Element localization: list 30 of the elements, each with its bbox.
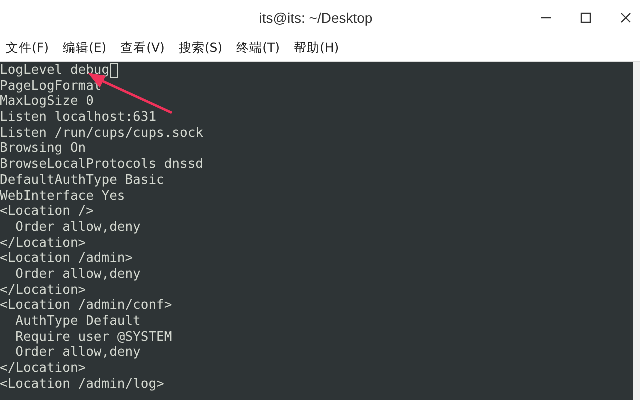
- terminal-line: <Location /admin>: [0, 251, 134, 267]
- window-title: its@its: ~/Desktop: [259, 8, 373, 28]
- menu-item[interactable]: 终端(T): [236, 39, 280, 58]
- terminal-line: DefaultAuthType Basic: [0, 172, 164, 189]
- terminal-line: <Location /admin/conf>: [0, 298, 172, 314]
- terminal-line: AuthType Default: [14, 314, 141, 330]
- terminal-line: </Location>: [0, 282, 86, 298]
- terminal-line: </Location>: [0, 236, 86, 252]
- menu-item[interactable]: 查看(V): [120, 39, 165, 58]
- terminal-line: Browsing On: [0, 141, 86, 158]
- terminal-line: LogLevel debug: [0, 63, 110, 79]
- terminal-line: Order allow,deny: [14, 266, 141, 283]
- terminal-line: Order allow,deny: [14, 345, 141, 362]
- close-icon[interactable]: [620, 12, 632, 24]
- terminal-line: PageLogFormat: [0, 78, 102, 94]
- menu-item[interactable]: 搜索(S): [178, 39, 223, 58]
- terminal-line: </Location>: [0, 361, 86, 377]
- terminal-line: <Location />: [0, 204, 94, 220]
- menu-item[interactable]: 帮助(H): [294, 39, 340, 58]
- terminal-line: MaxLogSize 0: [0, 94, 94, 110]
- menu-item[interactable]: 文件(F): [6, 39, 49, 58]
- terminal-line: BrowseLocalProtocols dnssd: [0, 157, 204, 173]
- terminal-line: Require user @SYSTEM: [14, 330, 172, 346]
- maximize-icon[interactable]: [580, 12, 592, 24]
- terminal-line: Order allow,deny: [14, 220, 141, 236]
- menu-item[interactable]: 编辑(E): [62, 39, 107, 58]
- terminal-line: Listen localhost:631: [0, 110, 157, 126]
- terminal-line: Listen /run/cups/cups.sock: [0, 126, 204, 142]
- terminal-line: WebInterface Yes: [0, 188, 126, 204]
- terminal-line: <Location /admin/log>: [0, 376, 164, 392]
